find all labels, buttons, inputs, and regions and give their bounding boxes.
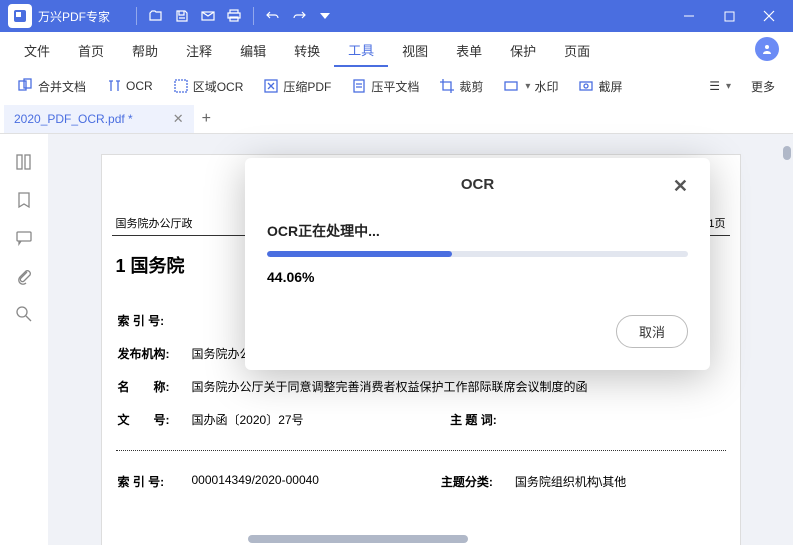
progress-fill	[267, 251, 452, 257]
close-icon[interactable]: ✕	[673, 176, 688, 197]
menu-item-3[interactable]: 注释	[172, 35, 226, 66]
cancel-button[interactable]: 取消	[616, 315, 688, 348]
area-ocr-button[interactable]: 区域OCR	[165, 74, 252, 99]
label: 更多	[751, 78, 775, 95]
open-icon[interactable]	[143, 3, 169, 29]
cell: 索 引 号:	[112, 304, 186, 337]
label: 区域OCR	[193, 78, 244, 95]
menu-item-0[interactable]: 文件	[10, 35, 64, 66]
document-tab[interactable]: 2020_PDF_OCR.pdf * ✕	[4, 105, 194, 133]
close-button[interactable]	[749, 0, 789, 32]
cell: 000014349/2020-00040	[186, 465, 435, 498]
thumbnails-icon[interactable]	[14, 152, 34, 172]
crop-icon	[439, 78, 455, 94]
menu-item-7[interactable]: 视图	[388, 35, 442, 66]
label: 水印	[534, 78, 558, 95]
menu-item-9[interactable]: 保护	[496, 35, 550, 66]
add-tab-button[interactable]: +	[202, 110, 211, 128]
attachment-icon[interactable]	[14, 266, 34, 286]
toolbar: 合并文档 OCR 区域OCR 压缩PDF 压平文档 裁剪 ▾ 水印 截屏 ☰ ▾ …	[0, 68, 793, 104]
chevron-down-icon: ▾	[525, 81, 530, 92]
screenshot-icon	[578, 78, 594, 94]
app-name: 万兴PDF专家	[38, 8, 110, 25]
watermark-button[interactable]: ▾ 水印	[495, 74, 566, 99]
table-row: 索 引 号:000014349/2020-00040主题分类:国务院组织机构\其…	[112, 465, 730, 498]
menubar: 文件首页帮助注释编辑转换工具视图表单保护页面	[0, 32, 793, 68]
more-button[interactable]: 更多	[743, 74, 783, 99]
save-icon[interactable]	[169, 3, 195, 29]
table-row: 文 号:国办函〔2020〕27号主 题 词:	[112, 403, 730, 436]
divider	[253, 7, 254, 25]
cell	[518, 403, 729, 436]
cell: 国务院办公厅关于同意调整完善消费者权益保护工作部际联席会议制度的函	[186, 370, 730, 403]
menu-icon: ☰	[709, 79, 720, 93]
label: 压缩PDF	[283, 78, 331, 95]
merge-icon	[18, 78, 34, 94]
ocr-progress-dialog: OCR ✕ OCR正在处理中... 44.06% 取消	[245, 158, 710, 370]
cell: 国办函〔2020〕27号	[186, 403, 445, 436]
undo-icon[interactable]	[260, 3, 286, 29]
cell: 索 引 号:	[112, 465, 186, 498]
label: 截屏	[598, 78, 622, 95]
vertical-scrollbar[interactable]	[783, 146, 791, 160]
metadata-table: 索 引 号:000014349/2020-00040主题分类:国务院组织机构\其…	[112, 465, 730, 498]
menu-item-4[interactable]: 编辑	[226, 35, 280, 66]
comment-icon[interactable]	[14, 228, 34, 248]
close-icon[interactable]: ✕	[173, 111, 184, 127]
ocr-icon	[106, 78, 122, 94]
side-panel	[0, 134, 48, 545]
redo-icon[interactable]	[286, 3, 312, 29]
progress-bar	[267, 251, 688, 257]
cell: 文 号:	[112, 403, 186, 436]
screenshot-button[interactable]: 截屏	[570, 74, 630, 99]
menu-item-2[interactable]: 帮助	[118, 35, 172, 66]
compress-icon	[263, 78, 279, 94]
status-text: OCR正在处理中...	[267, 221, 688, 241]
menu-item-1[interactable]: 首页	[64, 35, 118, 66]
menu-item-8[interactable]: 表单	[442, 35, 496, 66]
minimize-button[interactable]	[669, 0, 709, 32]
watermark-icon	[503, 78, 519, 94]
more-icon[interactable]	[312, 3, 338, 29]
progress-percent: 44.06%	[267, 269, 688, 285]
crop-button[interactable]: 裁剪	[431, 74, 491, 99]
area-ocr-icon	[173, 78, 189, 94]
page-header-left: 国务院办公厅政	[116, 215, 193, 231]
label: OCR	[126, 79, 153, 93]
label: 裁剪	[459, 78, 483, 95]
table-row: 名 称:国务院办公厅关于同意调整完善消费者权益保护工作部际联席会议制度的函	[112, 370, 730, 403]
compress-button[interactable]: 压缩PDF	[255, 74, 339, 99]
divider	[116, 450, 726, 451]
divider	[136, 7, 137, 25]
search-icon[interactable]	[14, 304, 34, 324]
app-logo	[8, 4, 32, 28]
cell: 国务院组织机构\其他	[509, 465, 730, 498]
ocr-button[interactable]: OCR	[98, 74, 161, 98]
bookmark-icon[interactable]	[14, 190, 34, 210]
label: 压平文档	[371, 78, 419, 95]
horizontal-scrollbar[interactable]	[248, 535, 468, 543]
tabbar: 2020_PDF_OCR.pdf * ✕ +	[0, 104, 793, 134]
cell: 主 题 词:	[444, 403, 518, 436]
label: 合并文档	[38, 78, 86, 95]
toolbar-menu-button[interactable]: ☰▾	[701, 75, 739, 97]
chevron-down-icon: ▾	[726, 81, 731, 92]
print-icon[interactable]	[221, 3, 247, 29]
merge-button[interactable]: 合并文档	[10, 74, 94, 99]
titlebar: 万兴PDF专家	[0, 0, 793, 32]
cell: 名 称:	[112, 370, 186, 403]
menu-item-5[interactable]: 转换	[280, 35, 334, 66]
menu-item-10[interactable]: 页面	[550, 35, 604, 66]
flatten-button[interactable]: 压平文档	[343, 74, 427, 99]
cell: 主题分类:	[435, 465, 509, 498]
maximize-button[interactable]	[709, 0, 749, 32]
flatten-icon	[351, 78, 367, 94]
mail-icon[interactable]	[195, 3, 221, 29]
avatar[interactable]	[755, 37, 779, 61]
menu-item-6[interactable]: 工具	[334, 34, 388, 67]
cell: 发布机构:	[112, 337, 186, 370]
tab-label: 2020_PDF_OCR.pdf *	[14, 112, 133, 126]
dialog-title: OCR	[461, 176, 494, 193]
